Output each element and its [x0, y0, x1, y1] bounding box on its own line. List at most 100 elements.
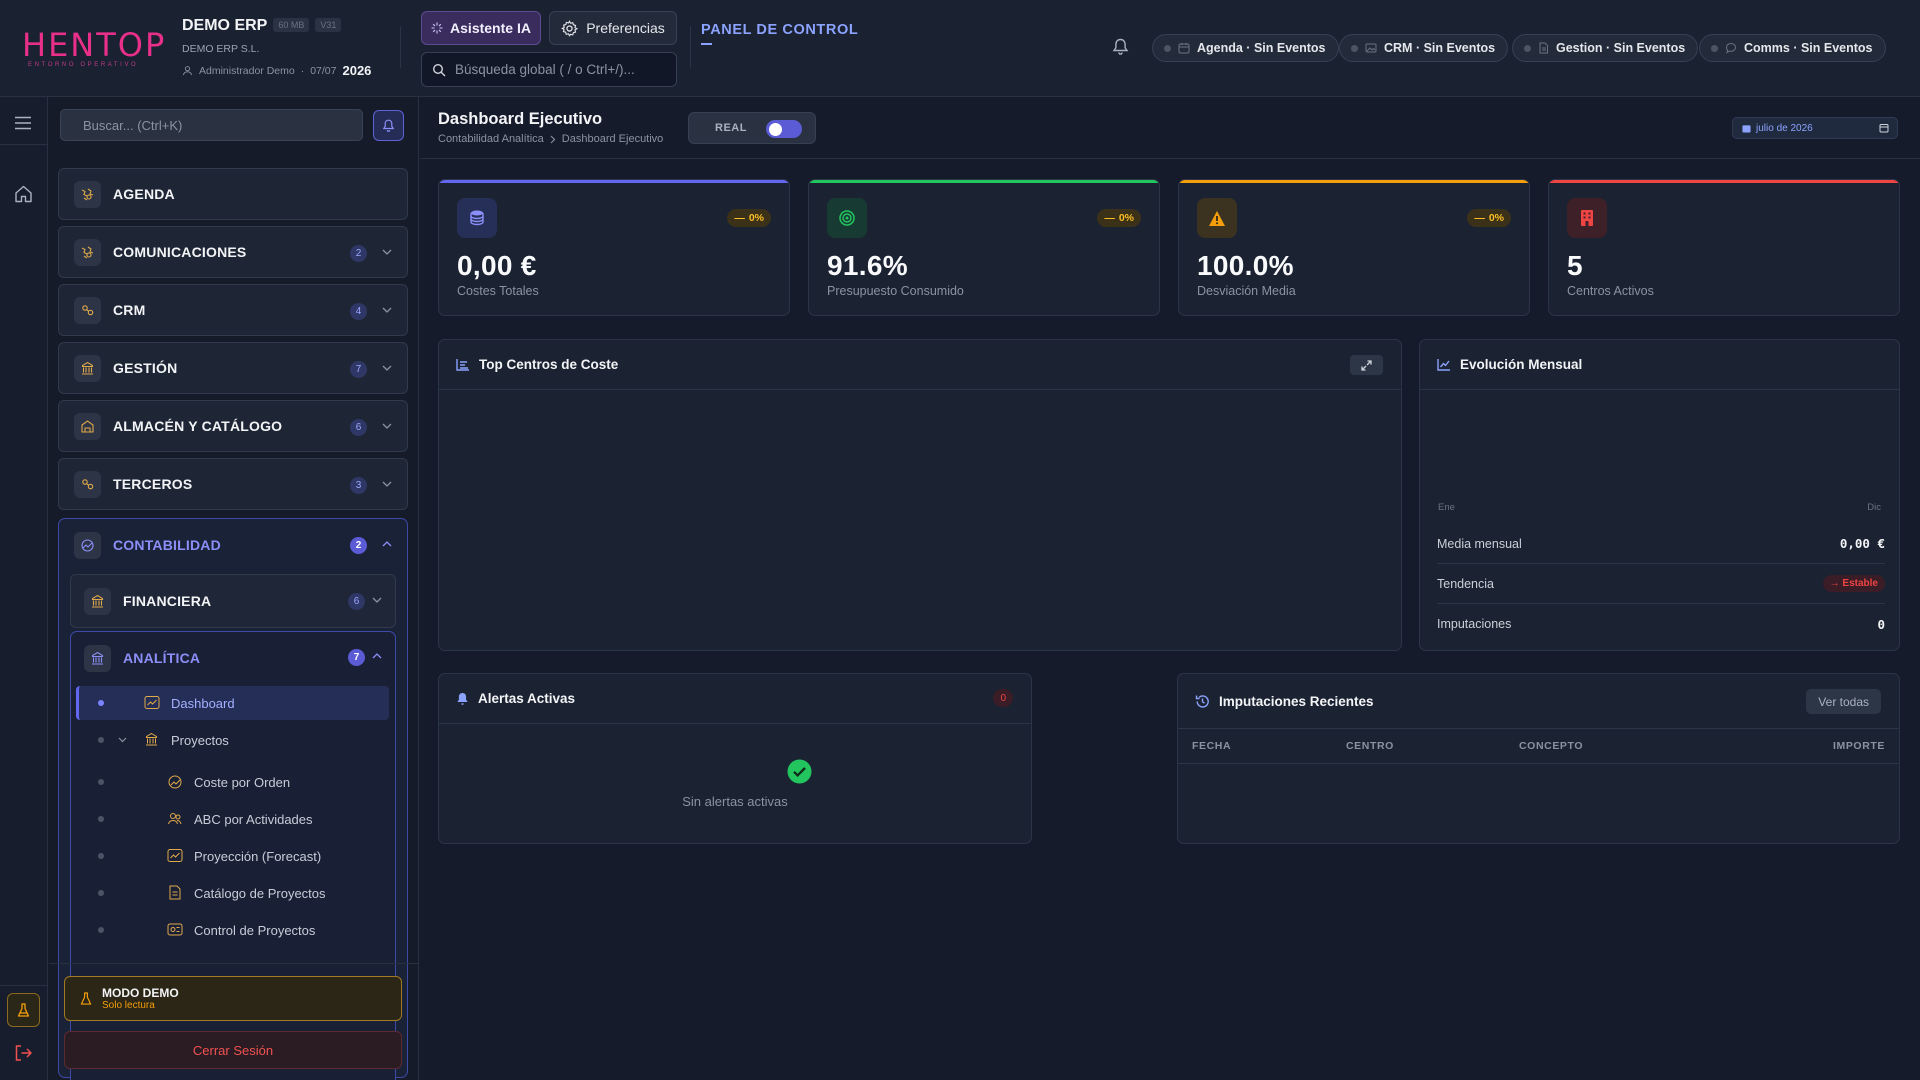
sidebar-item-almacen[interactable]: ALMACÉN Y CATÁLOGO 6 — [58, 400, 408, 452]
search-icon — [432, 63, 446, 76]
module-icon — [74, 354, 101, 382]
crm-status-chip[interactable]: CRM · Sin Eventos — [1339, 34, 1509, 62]
divider — [0, 985, 48, 986]
separator-dot: · — [300, 64, 305, 77]
empty-state-text: Sin alertas activas — [682, 794, 788, 809]
status-dot — [1351, 44, 1358, 52]
agenda-status-chip[interactable]: Agenda · Sin Eventos — [1152, 34, 1339, 62]
top-cost-centers-card: Top Centros de Coste — [438, 339, 1402, 651]
column-header[interactable]: FECHA — [1192, 740, 1231, 752]
card-title: Top Centros de Coste — [479, 357, 619, 372]
global-search[interactable] — [421, 52, 677, 87]
period-picker[interactable]: julio de 2026 — [1732, 117, 1898, 139]
people-icon — [168, 813, 182, 825]
chart-pie-icon — [74, 531, 101, 559]
calendar-icon — [1879, 124, 1889, 133]
ai-assistant-button[interactable]: Asistente IA — [421, 11, 541, 45]
kpi-delta-value: 0% — [748, 212, 764, 224]
sidebar-item-label: CONTABILIDAD — [113, 537, 221, 553]
kpi-delta-badge: —0% — [727, 209, 771, 227]
sidebar-item-financiera[interactable]: FINANCIERA 6 — [70, 574, 396, 628]
real-mode-toggle[interactable]: REAL — [688, 112, 816, 144]
sidebar-item-abc-actividades[interactable]: ABC por Actividades — [76, 802, 389, 836]
logout-button[interactable]: Cerrar Sesión — [64, 1031, 402, 1069]
sidebar-item-proyectos[interactable]: Proyectos — [76, 723, 389, 757]
pin-button[interactable] — [373, 110, 404, 141]
kpi-label: Centros Activos — [1567, 284, 1654, 298]
monthly-evolution-card: Evolución Mensual Ene Dic Media mensual … — [1419, 339, 1900, 651]
card-title: Alertas Activas — [478, 691, 576, 706]
preferences-button[interactable]: Preferencias — [549, 11, 677, 45]
document-icon — [1539, 42, 1548, 54]
demo-mode-title: MODO DEMO — [102, 986, 179, 1000]
module-icon — [74, 296, 101, 324]
breadcrumb-item[interactable]: Contabilidad Analítica — [438, 133, 544, 145]
bullet — [98, 853, 104, 859]
card-header: Imputaciones Recientes — [1178, 674, 1899, 729]
chevron-up-icon — [372, 653, 382, 659]
toggle-switch[interactable] — [766, 120, 802, 138]
sidebar-item-terceros[interactable]: TERCEROS 3 — [58, 458, 408, 510]
kpi-card-desviacion: —0% 100.0% Desviación Media — [1178, 179, 1530, 316]
stat-value: 0 — [1877, 616, 1885, 632]
column-header[interactable]: CENTRO — [1346, 740, 1394, 752]
target-icon — [827, 198, 867, 238]
arrow-right-icon: → — [1829, 578, 1843, 589]
sidebar-item-label: FINANCIERA — [123, 593, 212, 609]
sidebar-item-control-proyectos[interactable]: Control de Proyectos — [76, 913, 389, 947]
chevron-down-icon — [382, 249, 392, 255]
sidebar-item-forecast[interactable]: Proyección (Forecast) — [76, 839, 389, 873]
axis-start-label: Ene — [1438, 502, 1455, 513]
sidebar-item-comunicaciones[interactable]: COMUNICACIONES 2 — [58, 226, 408, 278]
sidebar-item-analitica[interactable]: ANALÍTICA 7 — [71, 632, 395, 684]
hamburger-menu-icon[interactable] — [14, 116, 32, 130]
logo-text: HENTOP — [22, 26, 167, 64]
notifications-bell-icon[interactable] — [1112, 38, 1129, 56]
panel-title: PANEL DE CONTROL — [701, 22, 859, 38]
column-header[interactable]: CONCEPTO — [1519, 740, 1583, 752]
app-logo[interactable]: HENTOP ENTORNO OPERATIVO — [22, 26, 167, 68]
global-search-input[interactable] — [455, 62, 665, 77]
sidebar-item-label: Coste por Orden — [194, 774, 291, 790]
home-icon[interactable] — [14, 185, 33, 203]
sidebar-item-label: ALMACÉN Y CATÁLOGO — [113, 418, 283, 434]
sidebar-item-contabilidad[interactable]: CONTABILIDAD 2 — [59, 519, 407, 571]
stat-label: Tendencia — [1437, 576, 1494, 591]
sidebar-item-label: Dashboard — [171, 695, 235, 711]
expand-button[interactable] — [1350, 355, 1383, 375]
sidebar-search-input[interactable] — [83, 117, 353, 133]
gestion-status-chip[interactable]: Gestion · Sin Eventos — [1512, 34, 1699, 62]
alert-count-badge: 0 — [993, 689, 1013, 707]
history-icon — [1195, 694, 1209, 708]
sidebar-item-catalogo-proyectos[interactable]: Catálogo de Proyectos — [76, 876, 389, 910]
chevron-down-icon — [382, 423, 392, 429]
column-header[interactable]: IMPORTE — [1833, 740, 1885, 752]
bullet — [98, 816, 104, 822]
sidebar-item-gestion[interactable]: GESTIÓN 7 — [58, 342, 408, 394]
check-circle-icon — [787, 759, 812, 784]
bullet — [98, 890, 104, 896]
app-name-text: DEMO ERP — [182, 17, 268, 34]
panel-title-underline — [701, 43, 712, 45]
kpi-card-costes: —0% 0,00 € Costes Totales — [438, 179, 790, 316]
demo-mode-flask-icon[interactable] — [7, 993, 40, 1027]
demo-mode-banner: MODO DEMO Solo lectura — [64, 976, 402, 1021]
comms-status-chip[interactable]: Comms · Sin Eventos — [1699, 34, 1886, 62]
sidebar-item-crm[interactable]: CRM 4 — [58, 284, 408, 336]
sidebar-search[interactable] — [60, 109, 363, 141]
kpi-delta-badge: —0% — [1467, 209, 1511, 227]
trend-badge: → Estable — [1822, 575, 1885, 592]
agenda-status-label: Agenda · Sin Eventos — [1197, 41, 1326, 55]
kpi-value: 91.6% — [827, 250, 908, 281]
status-dot — [1164, 44, 1171, 52]
bullet — [98, 737, 104, 743]
sidebar-item-coste-orden[interactable]: Coste por Orden — [76, 765, 389, 799]
table-header: FECHA CENTRO CONCEPTO IMPORTE — [1178, 729, 1899, 764]
sidebar: AGENDA COMUNICACIONES 2 CRM 4 GESTIÓN 7 … — [49, 97, 419, 1080]
demo-mode-subtitle: Solo lectura — [102, 1000, 155, 1011]
warning-icon — [1197, 198, 1237, 238]
view-all-button[interactable]: Ver todas — [1806, 689, 1881, 714]
sidebar-item-dashboard[interactable]: Dashboard — [76, 686, 389, 720]
logout-icon[interactable] — [14, 1044, 33, 1062]
sidebar-item-agenda[interactable]: AGENDA — [58, 168, 408, 220]
